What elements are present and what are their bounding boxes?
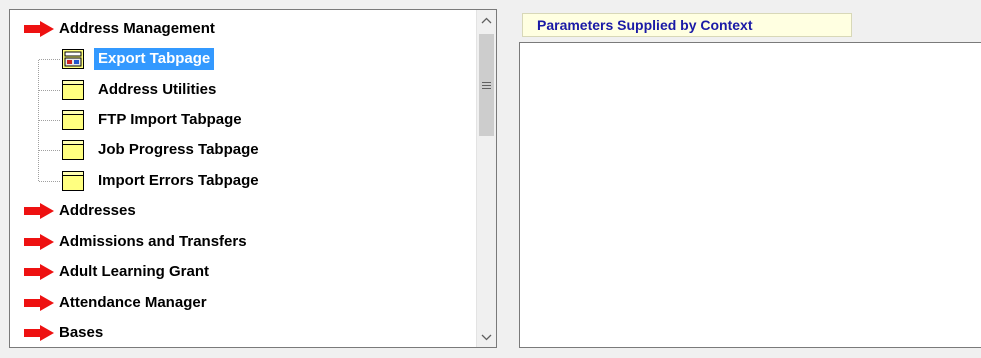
tree-item-label: Address Management (59, 20, 215, 37)
grip-icon (482, 81, 491, 89)
tree-item-label: Adult Learning Grant (59, 263, 209, 280)
tree-item-label: Attendance Manager (59, 294, 207, 311)
tree-item-label: Addresses (59, 202, 136, 219)
scroll-thumb[interactable] (479, 34, 494, 136)
tree-item-export-tabpage[interactable]: Export Tabpage (10, 44, 215, 74)
red-arrow-icon (24, 264, 54, 280)
tree-item-label: Address Utilities (98, 81, 217, 98)
red-arrow-icon (24, 234, 54, 250)
tree-item-adult-learning-grant[interactable]: Adult Learning Grant (10, 257, 213, 287)
red-arrow-icon (24, 295, 54, 311)
tree-item-admissions-and-transfers[interactable]: Admissions and Transfers (10, 227, 251, 257)
tree-item-import-errors-tabpage[interactable]: Import Errors Tabpage (10, 166, 263, 196)
folder-icon (62, 110, 84, 130)
folder-icon (62, 171, 84, 191)
export-form-icon (62, 49, 84, 69)
context-parameters-panel (519, 42, 981, 348)
tree-item-address-management[interactable]: Address Management (10, 14, 219, 44)
red-arrow-icon (24, 21, 54, 37)
tree-item-label: Admissions and Transfers (59, 233, 247, 250)
tree-item-label: Job Progress Tabpage (98, 141, 259, 158)
tree-item-ftp-import-tabpage[interactable]: FTP Import Tabpage (10, 105, 246, 135)
tree-item-label: Bases (59, 324, 104, 341)
folder-icon (62, 140, 84, 160)
tree-vertical-scrollbar[interactable] (476, 10, 496, 347)
tab-parameters-supplied-by-context[interactable]: Parameters Supplied by Context (522, 13, 852, 37)
scroll-down-button[interactable] (477, 327, 496, 347)
tree-item-attendance-manager[interactable]: Attendance Manager (10, 288, 211, 318)
tree-item-label: Export Tabpage (94, 48, 215, 70)
tree-item-label: Import Errors Tabpage (98, 172, 259, 189)
scroll-up-button[interactable] (477, 10, 496, 30)
tree-item-address-utilities[interactable]: Address Utilities (10, 75, 220, 105)
chevron-down-icon (481, 334, 492, 340)
navigation-tree-panel: Address Management Export Tabpage Addres… (9, 9, 497, 348)
tree-item-bases[interactable]: Bases (10, 318, 107, 347)
tree-item-label: FTP Import Tabpage (98, 111, 242, 128)
navigation-tree: Address Management Export Tabpage Addres… (10, 10, 476, 347)
tree-item-addresses[interactable]: Addresses (10, 196, 140, 226)
folder-icon (62, 80, 84, 100)
chevron-up-icon (481, 17, 492, 23)
tree-item-job-progress-tabpage[interactable]: Job Progress Tabpage (10, 135, 263, 165)
red-arrow-icon (24, 203, 54, 219)
red-arrow-icon (24, 325, 54, 341)
